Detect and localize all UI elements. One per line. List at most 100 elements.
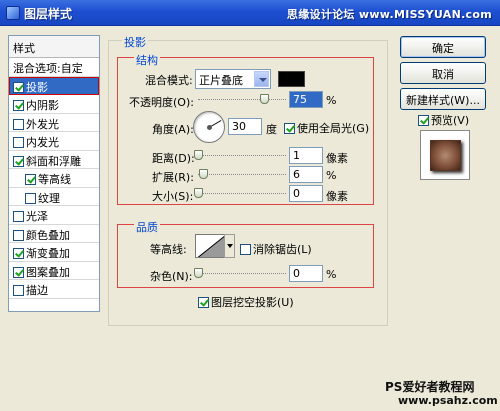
contour-dropdown-icon[interactable] (224, 234, 235, 258)
style-list-item[interactable]: 投影 (9, 76, 99, 95)
style-list-item[interactable]: 内阴影 (9, 95, 99, 114)
new-style-button[interactable]: 新建样式(W)... (400, 88, 486, 110)
preview-check-icon[interactable] (418, 115, 429, 126)
contour-picker[interactable] (195, 234, 225, 258)
style-checkbox-icon[interactable] (13, 229, 24, 241)
contour-label: 等高线: (150, 243, 187, 256)
global-light-checkbox[interactable]: 使用全局光(G) (284, 120, 369, 136)
global-light-label: 使用全局光(G) (297, 122, 370, 135)
window-title: 图层样式 (24, 7, 73, 21)
distance-slider[interactable] (194, 150, 286, 160)
blend-mode-value: 正片叠底 (199, 74, 243, 87)
noise-unit: % (326, 268, 337, 281)
style-list-item-label: 图案叠加 (26, 265, 70, 279)
style-checkbox-icon[interactable] (13, 155, 24, 167)
style-list-item[interactable]: 渐变叠加 (9, 243, 99, 262)
angle-label: 角度(A): (152, 123, 194, 136)
knockout-label: 图层挖空投影(U) (211, 296, 294, 309)
knockout-check-icon[interactable] (198, 297, 209, 308)
style-checkbox-icon[interactable] (13, 100, 24, 111)
drop-shadow-group-title: 投影 (122, 34, 148, 50)
antialias-label: 消除锯齿(L) (253, 243, 312, 256)
style-list-item-label: 描边 (26, 284, 48, 297)
style-list-item[interactable]: 斜面和浮雕 (9, 151, 99, 169)
blend-mode-select[interactable]: 正片叠底 (195, 69, 271, 89)
style-list-item-label: 内发光 (26, 136, 59, 149)
style-checkbox-icon[interactable] (13, 248, 24, 259)
footer-watermark-title: PS爱好者教程网 (385, 380, 475, 394)
size-label: 大小(S): (152, 190, 194, 203)
style-list-item[interactable]: 描边 (9, 280, 99, 299)
style-checkbox-icon[interactable] (13, 211, 24, 222)
noise-slider-thumb[interactable] (194, 268, 203, 278)
size-input[interactable]: 0 (289, 185, 323, 202)
style-list-item[interactable]: 颜色叠加 (9, 225, 99, 243)
antialias-checkbox[interactable]: 消除锯齿(L) (240, 241, 312, 257)
style-list-item[interactable]: 等高线 (9, 169, 99, 188)
style-list-item[interactable]: 外发光 (9, 114, 99, 132)
shadow-color-swatch[interactable] (278, 71, 305, 87)
cancel-button[interactable]: 取消 (400, 62, 486, 84)
style-checkbox-icon[interactable] (13, 137, 24, 148)
spread-slider-thumb[interactable] (199, 169, 209, 179)
app-icon (6, 6, 20, 20)
watermark-text: 思缘设计论坛 www.MISSYUAN.com (286, 8, 492, 21)
structure-title: 结构 (134, 52, 160, 68)
quality-title: 品质 (134, 219, 160, 235)
style-list-header: 样式 (9, 36, 99, 58)
knockout-checkbox[interactable]: 图层挖空投影(U) (198, 294, 294, 310)
opacity-slider-thumb[interactable] (260, 94, 269, 104)
spread-slider[interactable] (198, 169, 286, 179)
preview-checkbox[interactable]: 预览(V) (418, 112, 469, 128)
opacity-label: 不透明度(O): (129, 96, 194, 109)
style-list-item-label: 纹理 (38, 191, 60, 205)
ok-button[interactable]: 确定 (400, 36, 486, 58)
global-light-check-icon[interactable] (284, 123, 295, 134)
distance-unit: 像素 (326, 152, 348, 165)
opacity-input[interactable]: 75 (289, 91, 323, 108)
preview-label: 预览(V) (431, 114, 470, 127)
distance-label: 距离(D): (152, 152, 195, 165)
style-list-item-label: 等高线 (38, 173, 71, 186)
style-list-item-label: 内阴影 (26, 99, 59, 112)
style-list-item[interactable]: 混合选项:自定 (9, 58, 99, 77)
angle-dial[interactable] (193, 111, 225, 143)
style-preview (420, 130, 470, 180)
style-list-item[interactable]: 图案叠加 (9, 262, 99, 280)
noise-input[interactable]: 0 (289, 265, 323, 282)
angle-dial-center (207, 125, 212, 130)
style-checkbox-icon[interactable] (13, 266, 24, 278)
layer-style-dialog: 图层样式 思缘设计论坛 www.MISSYUAN.com 样式 混合选项:自定投… (0, 0, 500, 411)
size-slider-thumb[interactable] (194, 188, 203, 198)
opacity-unit: % (326, 94, 337, 107)
style-list-item-label: 投影 (26, 80, 48, 94)
style-list-item[interactable]: 纹理 (9, 188, 99, 206)
style-checkbox-icon[interactable] (25, 174, 36, 185)
preview-thumbnail (430, 140, 461, 171)
style-checkbox-icon[interactable] (25, 192, 36, 204)
blend-mode-label: 混合模式: (145, 74, 193, 87)
style-list-item-label: 外发光 (26, 117, 59, 131)
style-checkbox-icon[interactable] (13, 285, 24, 296)
noise-label: 杂色(N): (150, 270, 193, 283)
distance-input[interactable]: 1 (289, 147, 323, 164)
contour-curve-icon (197, 235, 224, 257)
spread-input[interactable]: 6 (289, 166, 323, 183)
antialias-check-icon[interactable] (240, 244, 251, 255)
style-list-item[interactable]: 光泽 (9, 206, 99, 225)
noise-slider[interactable] (194, 268, 286, 278)
style-checkbox-icon[interactable] (13, 81, 24, 93)
size-slider[interactable] (194, 188, 286, 198)
style-list: 样式 混合选项:自定投影内阴影外发光内发光斜面和浮雕等高线纹理光泽颜色叠加 渐变叠… (8, 35, 100, 312)
opacity-slider[interactable] (198, 94, 286, 104)
angle-input[interactable]: 30 (228, 118, 262, 135)
style-list-item[interactable]: 内发光 (9, 132, 99, 151)
style-list-item-label: 颜色叠加 (26, 228, 70, 242)
distance-slider-thumb[interactable] (194, 150, 203, 160)
style-list-item-label: 光泽 (26, 210, 48, 223)
style-list-item-label: 混合选项:自定 (13, 62, 83, 75)
spread-label: 扩展(R): (152, 171, 194, 184)
footer-watermark-url: www.psahz.com (398, 394, 498, 407)
title-bar: 图层样式 思缘设计论坛 www.MISSYUAN.com (0, 0, 500, 26)
style-checkbox-icon[interactable] (13, 118, 24, 130)
